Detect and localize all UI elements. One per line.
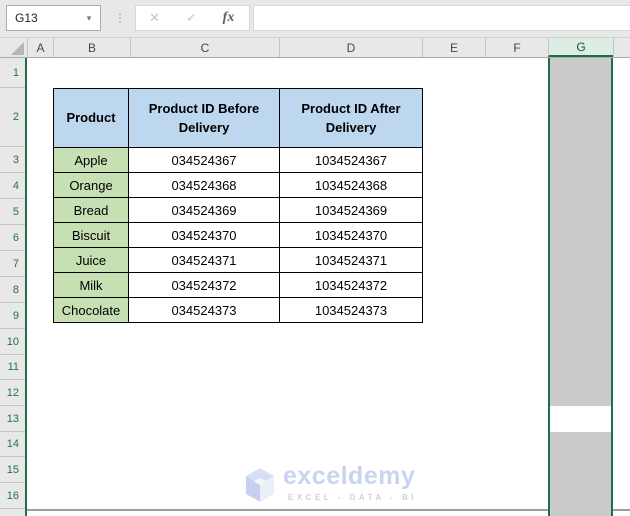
cell-id-before[interactable]: 034524372 <box>128 272 280 298</box>
column-header-g-selected[interactable]: G <box>548 38 613 57</box>
grip-icon: ⋮ <box>114 11 126 25</box>
header-id-after[interactable]: Product ID After Delivery <box>279 88 423 148</box>
column-header-b[interactable]: B <box>53 38 130 57</box>
cell-id-after[interactable]: 1034524367 <box>279 147 423 173</box>
name-box[interactable]: G13 ▾ <box>6 5 101 31</box>
cell-product[interactable]: Biscuit <box>53 222 129 248</box>
column-header-d[interactable]: D <box>279 38 422 57</box>
table-row: Bread 034524369 1034524369 <box>53 197 423 223</box>
formula-bar-strip: G13 ▾ ⋮ ✕ ✓ fx <box>0 0 630 38</box>
cell-product[interactable]: Chocolate <box>53 297 129 323</box>
header-product[interactable]: Product <box>53 88 129 148</box>
row-boundary-line <box>27 509 630 511</box>
row-header-3[interactable]: 3 <box>0 147 25 173</box>
row-header-14[interactable]: 14 <box>0 432 25 457</box>
column-header-e[interactable]: E <box>422 38 485 57</box>
row-header-10[interactable]: 10 <box>0 329 25 355</box>
watermark-text: exceldemy EXCEL - DATA - BI <box>283 462 417 503</box>
exceldemy-logo-icon <box>245 468 275 502</box>
row-header-12[interactable]: 12 <box>0 380 25 406</box>
sheet-grid[interactable]: exceldemy EXCEL - DATA - BI Product Prod… <box>27 58 630 516</box>
table-row: Orange 034524368 1034524368 <box>53 172 423 198</box>
column-header-a[interactable]: A <box>27 38 53 57</box>
chevron-down-icon[interactable]: ▾ <box>78 13 100 24</box>
cell-id-after[interactable]: 1034524370 <box>279 222 423 248</box>
cell-id-before[interactable]: 034524371 <box>128 247 280 273</box>
row-header-13[interactable]: 13 <box>0 406 25 432</box>
row-header-9[interactable]: 9 <box>0 303 25 329</box>
row-header-17-partial[interactable] <box>0 509 25 516</box>
table-header-row: Product Product ID Before Delivery Produ… <box>53 88 423 148</box>
product-table: Product Product ID Before Delivery Produ… <box>53 88 423 323</box>
watermark-brand: exceldemy <box>283 462 416 490</box>
row-header-2[interactable]: 2 <box>0 88 25 147</box>
name-box-value[interactable]: G13 <box>7 11 78 25</box>
select-all-corner[interactable] <box>0 38 27 57</box>
cell-id-before[interactable]: 034524368 <box>128 172 280 198</box>
cell-id-after[interactable]: 1034524369 <box>279 197 423 223</box>
cell-id-after[interactable]: 1034524372 <box>279 272 423 298</box>
select-all-triangle-icon <box>11 42 24 55</box>
cell-id-after[interactable]: 1034524368 <box>279 172 423 198</box>
row-header-4[interactable]: 4 <box>0 173 25 199</box>
cell-product[interactable]: Milk <box>53 272 129 298</box>
cell-id-after[interactable]: 1034524373 <box>279 297 423 323</box>
table-row: Biscuit 034524370 1034524370 <box>53 222 423 248</box>
header-id-before[interactable]: Product ID Before Delivery <box>128 88 280 148</box>
column-header-c[interactable]: C <box>130 38 279 57</box>
row-header-7[interactable]: 7 <box>0 251 25 277</box>
excel-window: G13 ▾ ⋮ ✕ ✓ fx A B C D E F G 1 2 3 4 5 6… <box>0 0 630 516</box>
formula-bar-buttons: ✕ ✓ fx <box>135 5 250 31</box>
table-row: Milk 034524372 1034524372 <box>53 272 423 298</box>
cell-id-before[interactable]: 034524369 <box>128 197 280 223</box>
enter-icon[interactable]: ✓ <box>173 10 210 26</box>
watermark-tagline: EXCEL - DATA - BI <box>288 493 417 502</box>
column-header-h-partial[interactable] <box>613 38 630 57</box>
insert-function-icon[interactable]: fx <box>210 10 247 26</box>
row-header-column: 1 2 3 4 5 6 7 8 9 10 11 12 13 14 15 16 <box>0 58 27 516</box>
cell-id-before[interactable]: 034524370 <box>128 222 280 248</box>
selected-column-g-highlight <box>548 58 613 516</box>
cell-id-before[interactable]: 034524367 <box>128 147 280 173</box>
formula-input[interactable] <box>253 5 630 31</box>
table-row: Chocolate 034524373 1034524373 <box>53 297 423 323</box>
cancel-icon[interactable]: ✕ <box>136 10 173 26</box>
cell-id-after[interactable]: 1034524371 <box>279 247 423 273</box>
cell-product[interactable]: Juice <box>53 247 129 273</box>
cell-product[interactable]: Apple <box>53 147 129 173</box>
row-header-1[interactable]: 1 <box>0 58 25 88</box>
watermark: exceldemy EXCEL - DATA - BI <box>245 464 417 503</box>
row-header-15[interactable]: 15 <box>0 457 25 483</box>
row-header-8[interactable]: 8 <box>0 277 25 303</box>
row-header-11[interactable]: 11 <box>0 355 25 380</box>
cell-product[interactable]: Bread <box>53 197 129 223</box>
cell-product[interactable]: Orange <box>53 172 129 198</box>
row-header-5[interactable]: 5 <box>0 199 25 225</box>
column-header-row: A B C D E F G <box>0 38 630 58</box>
row-header-6[interactable]: 6 <box>0 225 25 251</box>
table-row: Juice 034524371 1034524371 <box>53 247 423 273</box>
column-header-f[interactable]: F <box>485 38 548 57</box>
cell-id-before[interactable]: 034524373 <box>128 297 280 323</box>
active-cell-g13[interactable] <box>550 406 611 432</box>
table-row: Apple 034524367 1034524367 <box>53 147 423 173</box>
row-header-16[interactable]: 16 <box>0 483 25 509</box>
